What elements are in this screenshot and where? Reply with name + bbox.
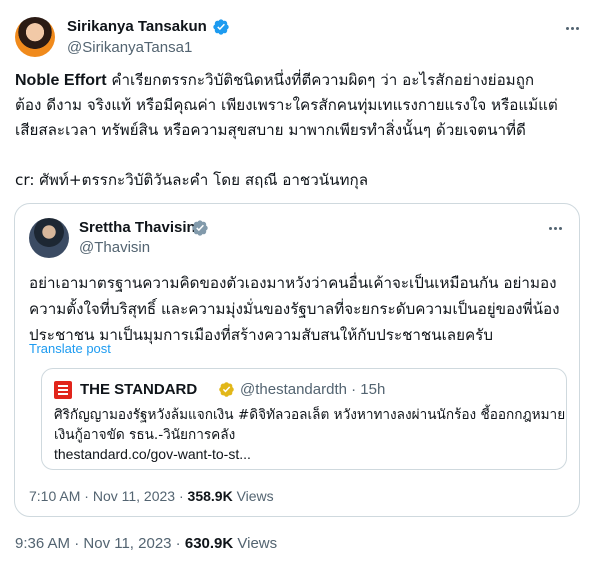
quoted-tweet[interactable]: Srettha Thavisin @Thavisin อย่าเอามาตรฐา… bbox=[14, 203, 580, 517]
tweet-views-label: Views bbox=[233, 535, 278, 552]
tweet-text: Noble Effort คำเรียกตรรกะวิบัติชนิดหนึ่ง… bbox=[15, 68, 590, 143]
more-options-icon[interactable] bbox=[545, 218, 565, 238]
author-name[interactable]: Sirikanya Tansakun bbox=[67, 17, 207, 37]
author-handle[interactable]: @SirikanyaTansa1 bbox=[67, 38, 192, 58]
avatar[interactable] bbox=[15, 17, 55, 57]
tweet-meta: 9:36 AM · Nov 11, 2023 · 630.9K Views bbox=[15, 535, 278, 552]
tweet: Sirikanya Tansakun @SirikanyaTansa1 Nobl… bbox=[0, 0, 595, 566]
card-text-line: ศิริกัญญามองรัฐหวังล้มแจกเงิน #ดิจิทัลวอ… bbox=[54, 407, 566, 423]
quoted-author-handle[interactable]: @Thavisin bbox=[79, 238, 150, 258]
quoted-author-name[interactable]: Srettha Thavisin bbox=[79, 218, 196, 238]
more-options-icon[interactable] bbox=[562, 18, 582, 38]
tweet-text-line: คำเรียกตรรกะวิบัติชนิดหนึ่งที่ตีความผิดๆ… bbox=[106, 71, 535, 89]
card-handle-time: @thestandardth · 15h bbox=[240, 381, 386, 398]
tweet-lead-term: Noble Effort bbox=[15, 72, 107, 89]
gold-verified-badge-icon bbox=[219, 382, 234, 397]
quoted-date[interactable]: Nov 11, 2023 bbox=[93, 488, 175, 504]
the-standard-logo-icon bbox=[54, 381, 72, 399]
link-card[interactable]: THE STANDARD @thestandardth · 15h ศิริกั… bbox=[41, 368, 567, 470]
quoted-time[interactable]: 7:10 AM bbox=[29, 488, 80, 504]
card-source-name: THE STANDARD bbox=[80, 381, 198, 398]
quoted-text-line: อย่าเอามาตรฐานความคิดของตัวเองมาหวังว่าค… bbox=[29, 274, 557, 292]
verified-badge-icon bbox=[213, 19, 229, 35]
quoted-views-count: 358.9K bbox=[187, 488, 233, 504]
card-text-line: เงินกู้อาจขัด รธน.-วินัยการคลัง bbox=[54, 427, 236, 443]
tweet-date[interactable]: Nov 11, 2023 bbox=[83, 535, 171, 552]
quoted-views-label: Views bbox=[232, 488, 274, 504]
tweet-text-line: ต้อง ดีงาม จริงแท้ หรือมีคุณค่า เพียงเพร… bbox=[15, 96, 558, 114]
quoted-avatar[interactable] bbox=[29, 218, 69, 258]
card-text: ศิริกัญญามองรัฐหวังล้มแจกเงิน #ดิจิทัลวอ… bbox=[54, 405, 566, 445]
quoted-text: อย่าเอามาตรฐานความคิดของตัวเองมาหวังว่าค… bbox=[29, 270, 569, 348]
tweet-text-line: เสียสละเวลา ทรัพย์สิน หรือความสุขสบาย มา… bbox=[15, 121, 526, 139]
translate-post-link[interactable]: Translate post bbox=[29, 340, 111, 358]
tweet-time[interactable]: 9:36 AM bbox=[15, 535, 70, 552]
quoted-meta: 7:10 AM · Nov 11, 2023 · 358.9K Views bbox=[29, 488, 274, 504]
quoted-text-line: ความตั้งใจที่บริสุทธิ์ และความมุ่งมั่นขอ… bbox=[29, 300, 560, 318]
gold-verified-badge-icon bbox=[192, 220, 208, 236]
tweet-credit: cr: ศัพท์+ตรรกะวิบัติวันละคำ โดย สฤณี อา… bbox=[15, 171, 369, 189]
tweet-views-count: 630.9K bbox=[184, 535, 234, 552]
card-link[interactable]: thestandard.co/gov-want-to-st... bbox=[54, 445, 251, 463]
